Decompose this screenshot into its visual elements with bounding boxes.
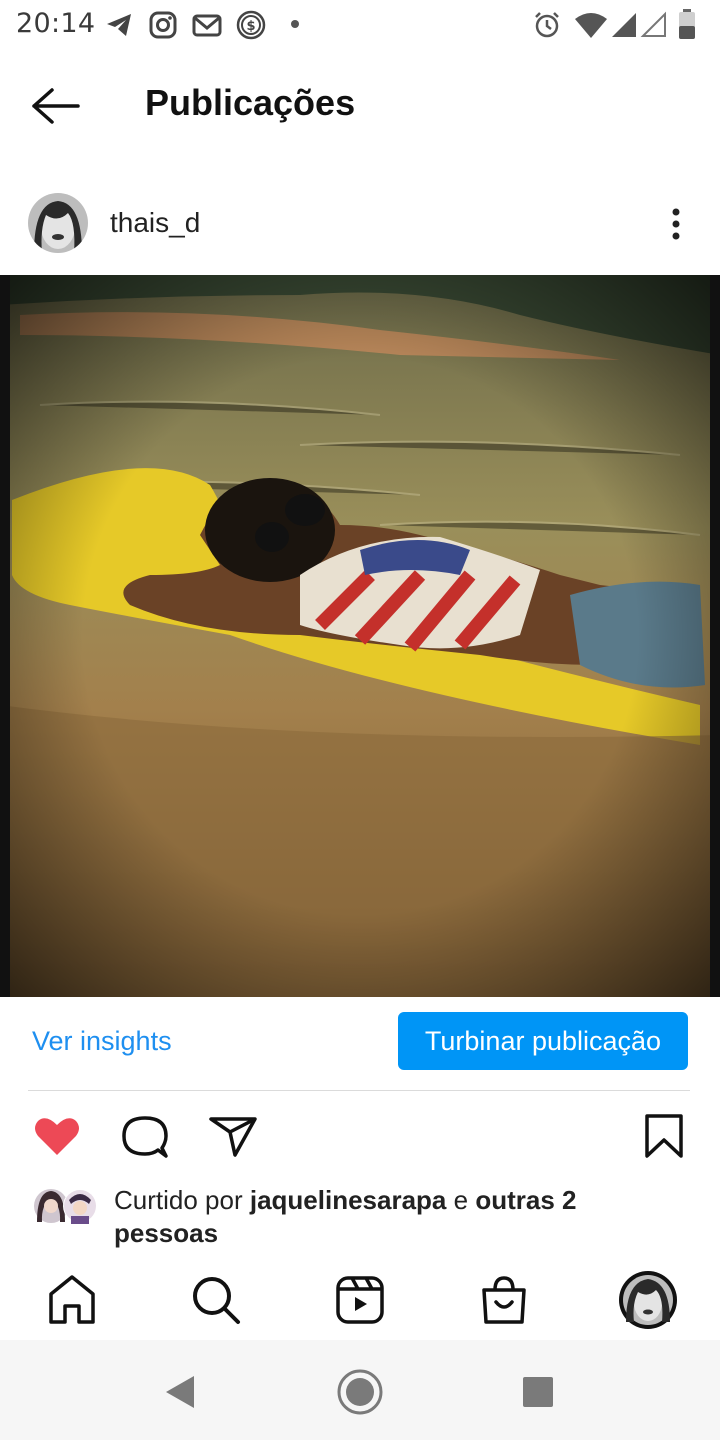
- heart-icon: [35, 1118, 79, 1155]
- nav-reels-button[interactable]: [332, 1272, 388, 1328]
- liker-avatars[interactable]: [33, 1186, 99, 1226]
- likes-text[interactable]: Curtido por jaquelinesarapa e outras 2 p…: [114, 1184, 634, 1250]
- boost-post-button[interactable]: Turbinar publicação: [398, 1012, 688, 1070]
- likes-connector: e: [453, 1185, 469, 1215]
- shop-icon: [482, 1276, 526, 1324]
- status-bar: 20:14 $: [0, 0, 720, 50]
- instagram-icon: [149, 11, 177, 39]
- comment-button[interactable]: [120, 1112, 170, 1160]
- signal-icon: [612, 13, 636, 37]
- status-time: 20:14: [16, 8, 96, 39]
- photo-image: [0, 275, 720, 997]
- home-icon: [49, 1275, 95, 1324]
- nav-profile-button[interactable]: [618, 1270, 678, 1330]
- recents-square-icon: [523, 1377, 553, 1407]
- nav-home-button[interactable]: [44, 1272, 100, 1328]
- system-recents-button[interactable]: [522, 1376, 554, 1408]
- page-title: Publicações: [145, 82, 356, 123]
- divider: [28, 1090, 690, 1091]
- back-button[interactable]: [28, 82, 84, 130]
- dot-icon: [291, 20, 299, 28]
- telegram-icon: [107, 14, 131, 36]
- reels-icon: [336, 1276, 384, 1324]
- comment-icon: [122, 1116, 168, 1158]
- likes-prefix: Curtido por: [114, 1185, 243, 1215]
- dollar-icon: $: [236, 10, 266, 40]
- more-vertical-icon: [672, 208, 680, 240]
- alarm-icon: [535, 12, 559, 38]
- share-button[interactable]: [208, 1112, 258, 1160]
- signal-empty-icon: [640, 11, 666, 37]
- more-options-button[interactable]: [656, 200, 696, 248]
- profile-avatar: [619, 1271, 677, 1329]
- nav-shop-button[interactable]: [476, 1272, 532, 1328]
- svg-text:$: $: [246, 19, 255, 34]
- wifi-icon: [575, 13, 607, 38]
- post-photo[interactable]: [0, 275, 720, 997]
- gmail-icon: [192, 14, 222, 37]
- system-back-button[interactable]: [162, 1372, 198, 1412]
- first-liker-username[interactable]: jaquelinesarapa: [250, 1185, 447, 1215]
- nav-search-button[interactable]: [188, 1272, 244, 1328]
- search-icon: [193, 1277, 240, 1324]
- username[interactable]: thais_d: [110, 207, 200, 239]
- like-button[interactable]: [32, 1112, 82, 1160]
- insights-link[interactable]: Ver insights: [32, 1026, 172, 1057]
- back-triangle-icon: [166, 1376, 194, 1408]
- header: [0, 60, 720, 150]
- home-circle-icon: [337, 1369, 383, 1415]
- avatar[interactable]: [28, 193, 88, 253]
- save-button[interactable]: [640, 1112, 690, 1160]
- share-icon: [209, 1117, 257, 1157]
- avatar-image: [28, 193, 88, 253]
- bookmark-icon: [645, 1114, 683, 1158]
- arrow-left-icon: [32, 88, 80, 124]
- battery-icon: [679, 9, 695, 39]
- system-home-button[interactable]: [336, 1368, 384, 1416]
